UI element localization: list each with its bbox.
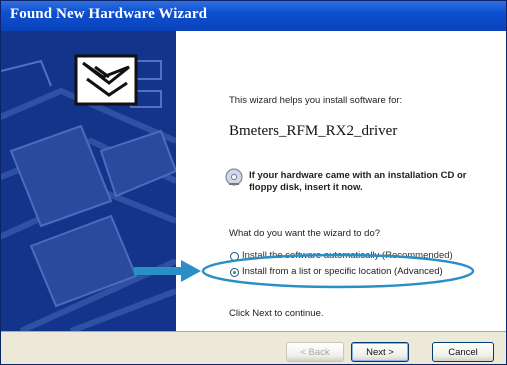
wizard-window: Found New Hardware Wizard This wizard he…	[0, 0, 507, 365]
annotation-overlay	[134, 253, 475, 289]
back-button[interactable]: < Back	[286, 342, 344, 362]
highlight-ellipse	[201, 253, 475, 289]
arrow-head	[181, 260, 201, 282]
next-button[interactable]: Next >	[351, 342, 409, 362]
cancel-button[interactable]: Cancel	[432, 342, 494, 362]
button-bar	[1, 331, 506, 364]
